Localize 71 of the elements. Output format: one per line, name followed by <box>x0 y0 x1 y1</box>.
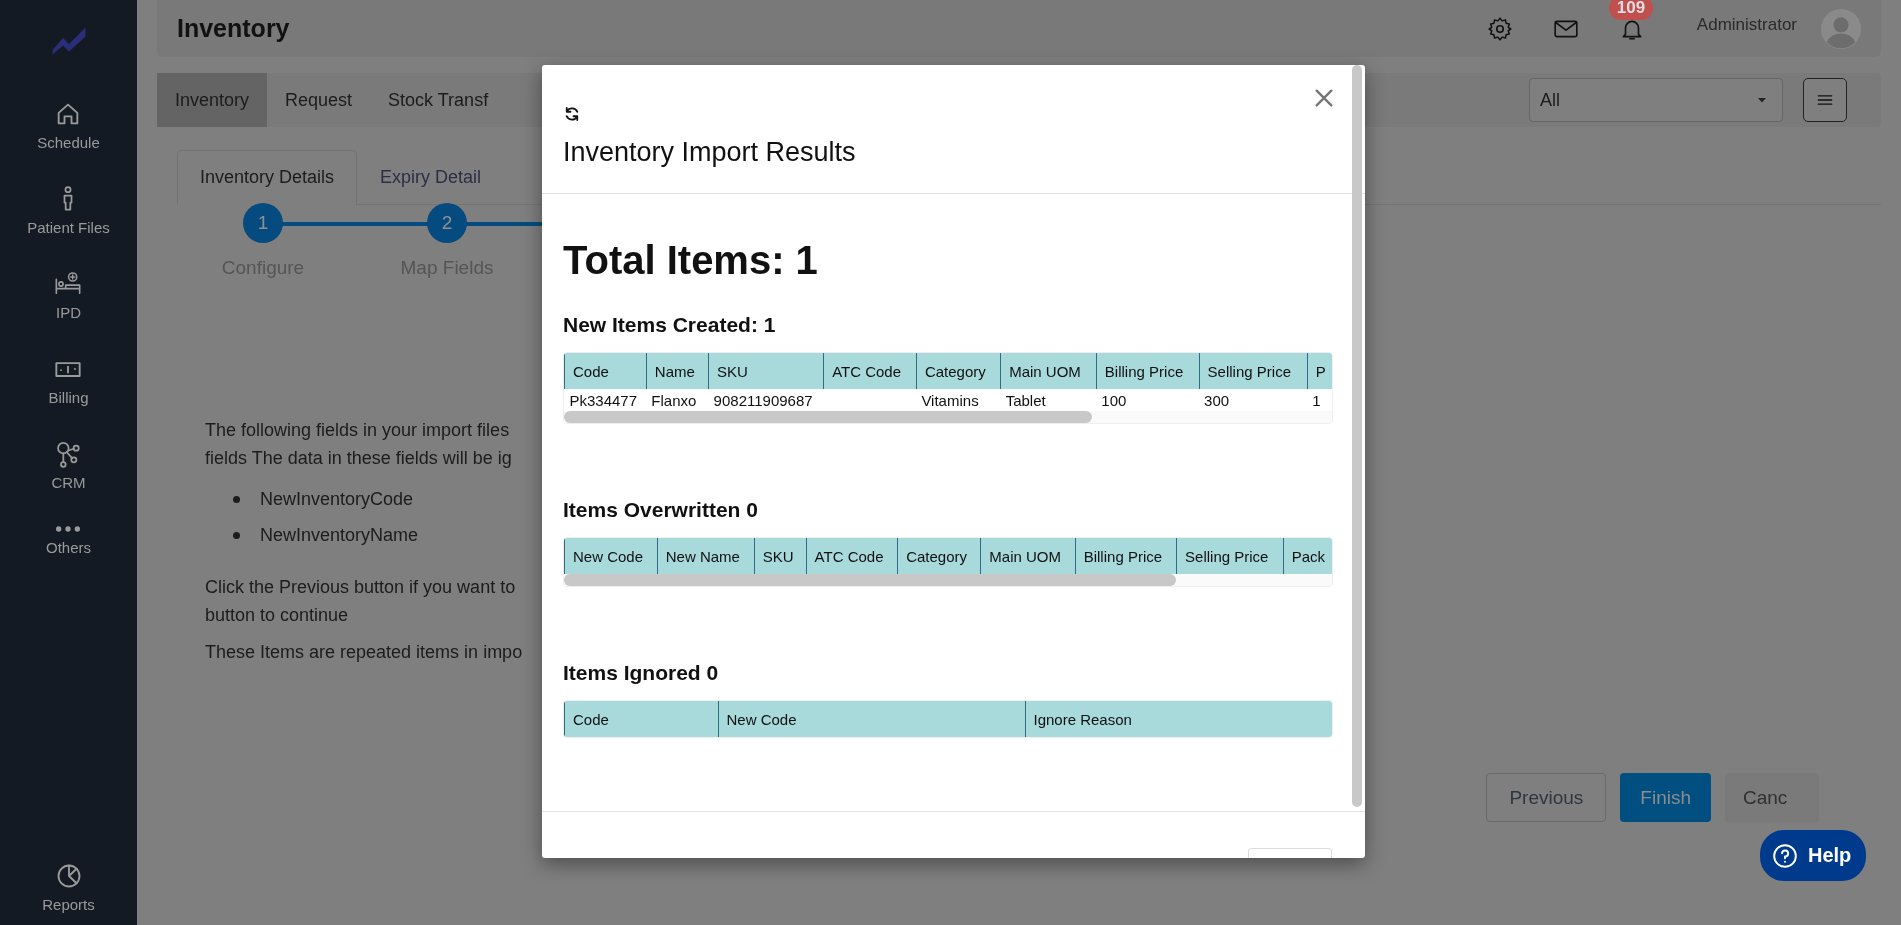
filter-dropdown[interactable]: All <box>1529 78 1783 122</box>
detail-tab[interactable]: Inventory Details <box>177 150 358 205</box>
table-cell: 908211909687 <box>708 389 824 411</box>
sidebar-item[interactable]: IPD <box>27 270 110 321</box>
settings-icon <box>1486 15 1513 42</box>
page-title: Inventory <box>177 14 290 43</box>
step-number: 1 <box>243 203 283 243</box>
column-header[interactable]: ATC Code <box>806 538 898 574</box>
scrollbar-thumb[interactable] <box>1352 65 1362 807</box>
column-header[interactable]: Pack <box>1283 538 1332 574</box>
column-header[interactable]: New Code <box>564 538 658 574</box>
notice-paragraph: The following fields in your import files fields The data in these fields will be ig <box>205 419 512 470</box>
sidebar-item[interactable]: Billing <box>27 355 110 406</box>
scrollbar-thumb[interactable] <box>564 574 1176 586</box>
column-header[interactable]: New Name <box>657 538 755 574</box>
sidebar-item[interactable]: Schedule <box>27 100 110 151</box>
section-heading: Items Ignored 0 <box>563 661 720 685</box>
close-icon <box>1313 87 1335 109</box>
settings-button[interactable] <box>1486 15 1513 42</box>
column-header[interactable]: Code <box>564 701 718 737</box>
more-icon <box>54 525 83 533</box>
bullet-icon <box>233 532 240 539</box>
refresh-icon <box>563 105 581 123</box>
column-header[interactable]: Category <box>916 353 1001 389</box>
total-items: Total Items: 1 <box>563 238 819 283</box>
help-icon <box>1772 842 1798 869</box>
close-button[interactable] <box>1313 87 1335 109</box>
sidebar-item[interactable]: Others <box>27 525 110 556</box>
column-header[interactable]: Name <box>646 353 709 389</box>
table-cell: 1 <box>1307 389 1332 411</box>
column-header[interactable]: Category <box>897 538 981 574</box>
nav-tab[interactable]: Stock Transf <box>370 73 507 127</box>
table-cell: Vitamins <box>916 389 1001 411</box>
step-number: 2 <box>427 203 467 243</box>
column-header[interactable]: Selling Price <box>1199 353 1308 389</box>
table-cell: Pk334477 <box>564 389 647 411</box>
column-header[interactable]: SKU <box>754 538 807 574</box>
nav-tab[interactable]: Request <box>267 73 371 127</box>
notice-paragraph: These Items are repeated items in impo <box>205 642 523 663</box>
bullet-icon <box>233 496 240 503</box>
section-heading: Items Overwritten 0 <box>563 498 759 522</box>
avatar-icon <box>1821 8 1861 49</box>
sidebar-item[interactable]: Patient Files <box>27 185 110 236</box>
section-heading: New Items Created: 1 <box>563 313 777 337</box>
column-header[interactable]: P <box>1307 353 1332 389</box>
column-header[interactable]: Code <box>564 353 647 389</box>
column-header[interactable]: New Code <box>718 701 1025 737</box>
sidebar-item[interactable]: CRM <box>27 440 110 491</box>
scrollbar-thumb[interactable] <box>564 411 1092 423</box>
sidebar-item[interactable]: Reports <box>42 862 95 913</box>
help-button[interactable]: Help <box>1760 830 1866 881</box>
column-header[interactable]: Billing Price <box>1096 353 1200 389</box>
column-header[interactable]: ATC Code <box>823 353 917 389</box>
table-cell: 300 <box>1199 389 1308 411</box>
column-header[interactable]: Billing Price <box>1075 538 1177 574</box>
column-header[interactable]: Main UOM <box>980 538 1076 574</box>
field-name: NewInventoryName <box>260 525 419 546</box>
table-cell: Flanxo <box>646 389 709 411</box>
column-header[interactable]: SKU <box>708 353 824 389</box>
column-header[interactable]: Ignore Reason <box>1025 701 1332 737</box>
field-name: NewInventoryCode <box>260 489 414 510</box>
nodes-icon <box>54 440 83 468</box>
table-cell: 100 <box>1096 389 1200 411</box>
notification-badge: 109 <box>1608 0 1654 20</box>
modal-title: Inventory Import Results <box>563 137 857 168</box>
column-header[interactable]: Selling Price <box>1176 538 1284 574</box>
menu-button[interactable] <box>1803 78 1847 122</box>
refresh-button[interactable] <box>563 105 581 123</box>
column-header[interactable]: Main UOM <box>1000 353 1097 389</box>
table-cell: Tablet <box>1000 389 1097 411</box>
notice-paragraph: Click the Previous button if you want to button to continue <box>205 576 516 627</box>
